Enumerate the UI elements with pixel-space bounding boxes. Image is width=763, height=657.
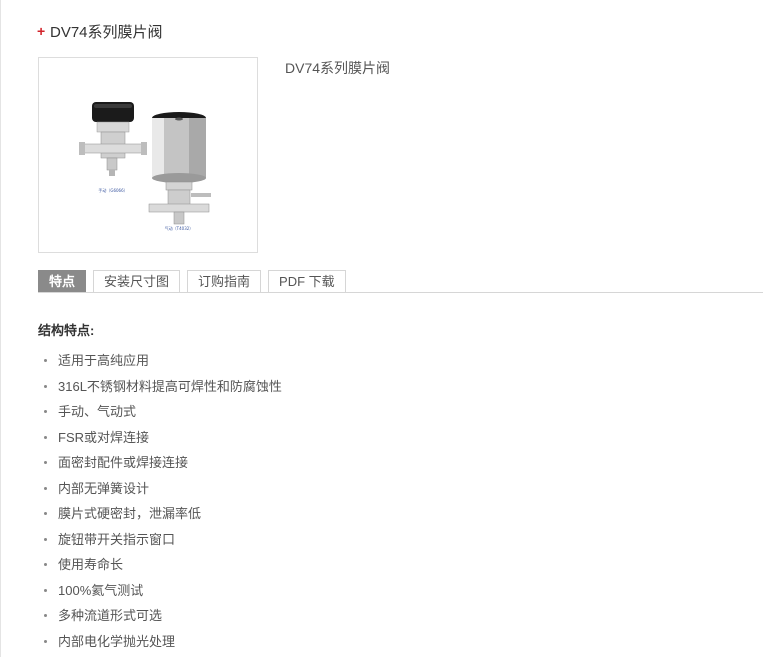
bullet-icon bbox=[44, 461, 47, 465]
manual-caption: 手动（G6066） bbox=[98, 187, 127, 193]
list-item-text: 多种流道形式可选 bbox=[58, 608, 163, 623]
page-heading: + DV74系列膜片阀 bbox=[37, 20, 163, 42]
list-item-text: FSR或对焊连接 bbox=[58, 429, 150, 445]
list-item: 使用寿命长 bbox=[44, 552, 282, 578]
tab-pdf-download[interactable]: PDF 下载 bbox=[268, 270, 346, 292]
list-item-text: 适用于高纯应用 bbox=[58, 353, 150, 368]
bullet-icon bbox=[44, 588, 47, 592]
bullet-icon bbox=[44, 410, 47, 414]
page-title: DV74系列膜片阀 bbox=[50, 23, 163, 41]
list-item: 膜片式硬密封，泄漏率低 bbox=[44, 501, 282, 527]
list-item-text: 使用寿命长 bbox=[58, 557, 124, 572]
bullet-icon bbox=[44, 486, 47, 490]
list-item: 316L不锈钢材料提高可焊性和防腐蚀性 bbox=[44, 374, 282, 400]
list-item: 适用于高纯应用 bbox=[44, 348, 282, 374]
list-item-text: 100%氦气测试 bbox=[58, 582, 144, 598]
manual-valve-image: 手动（G6066） bbox=[79, 102, 147, 193]
bullet-icon bbox=[44, 563, 47, 567]
list-item: 面密封配件或焊接连接 bbox=[44, 450, 282, 476]
tab-ordering-guide[interactable]: 订购指南 bbox=[187, 270, 262, 292]
pneumatic-caption: 气动（T4032） bbox=[165, 225, 194, 231]
list-item: FSR或对焊连接 bbox=[44, 425, 282, 451]
list-item: 内部无弹簧设计 bbox=[44, 476, 282, 502]
list-item-text: 旋钮带开关指示窗口 bbox=[58, 531, 176, 547]
valve-illustration: 手动（G6066） 气动（T4032） bbox=[79, 102, 211, 231]
list-item: 内部电化学抛光处理 bbox=[44, 629, 282, 655]
bullet-icon bbox=[44, 614, 47, 618]
list-item: 多种流道形式可选 bbox=[44, 603, 282, 629]
pneumatic-valve-image: 气动（T4032） bbox=[148, 112, 211, 231]
bullet-icon bbox=[44, 537, 47, 541]
bullet-icon bbox=[44, 435, 47, 439]
product-photo[interactable]: 手动（G6066） 气动（T4032） bbox=[38, 57, 258, 253]
product-name: DV74系列膜片阀 bbox=[285, 60, 391, 76]
tab-divider bbox=[38, 292, 763, 293]
bullet-icon bbox=[44, 639, 47, 643]
bullet-icon bbox=[44, 359, 47, 363]
list-item-text: 内部电化学抛光处理 bbox=[58, 633, 176, 649]
list-item-text: 膜片式硬密封，泄漏率低 bbox=[58, 506, 202, 521]
list-item: 手动、气动式 bbox=[44, 399, 282, 425]
features-heading: 结构特点: bbox=[38, 323, 95, 338]
tab-features[interactable]: 特点 bbox=[38, 270, 87, 292]
features-list: 适用于高纯应用 316L不锈钢材料提高可焊性和防腐蚀性 手动、气动式 FSR或对… bbox=[44, 348, 282, 654]
tab-installation-dimensions[interactable]: 安装尺寸图 bbox=[93, 270, 181, 292]
list-item-text: 手动、气动式 bbox=[58, 404, 137, 419]
list-item-text: 316L不锈钢材料提高可焊性和防腐蚀性 bbox=[58, 378, 282, 394]
plus-bullet-icon: + bbox=[37, 23, 46, 39]
tab-bar: 特点 安装尺寸图 订购指南 PDF 下载 bbox=[38, 270, 353, 292]
list-item: 100%氦气测试 bbox=[44, 578, 282, 604]
list-item-text: 内部无弹簧设计 bbox=[58, 480, 150, 496]
frame-border bbox=[0, 0, 1, 657]
bullet-icon bbox=[44, 384, 47, 388]
list-item: 旋钮带开关指示窗口 bbox=[44, 527, 282, 553]
list-item-text: 面密封配件或焊接连接 bbox=[58, 455, 189, 470]
bullet-icon bbox=[44, 512, 47, 516]
